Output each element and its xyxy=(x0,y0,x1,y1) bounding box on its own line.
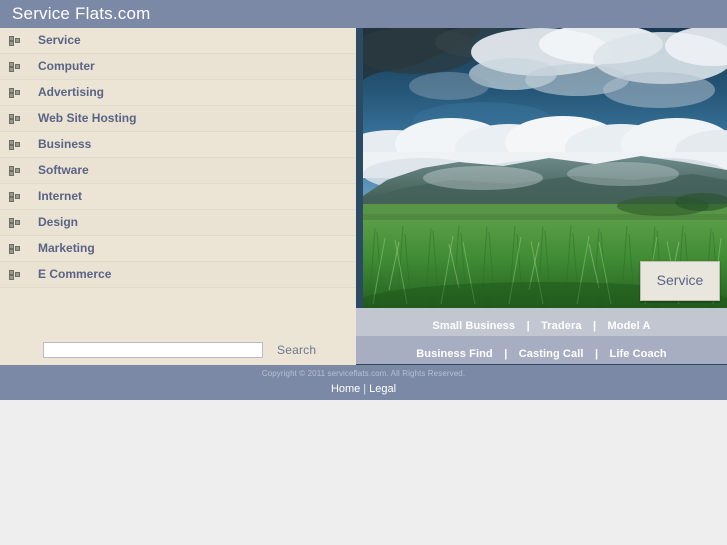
three-squares-icon xyxy=(9,114,20,124)
hero-column: Service Small Business | Tradera | Model… xyxy=(356,28,727,365)
sidebar-item-label: Web Site Hosting xyxy=(38,111,137,125)
copyright-text: Copyright © 2011 serviceflats.com. All R… xyxy=(261,369,466,378)
three-squares-icon xyxy=(9,218,20,228)
link-business-find[interactable]: Business Find xyxy=(416,348,492,360)
search-button[interactable]: Search xyxy=(277,343,316,357)
search-input[interactable] xyxy=(43,342,263,358)
sidebar-item-service[interactable]: Service xyxy=(0,28,356,54)
footer-link-legal[interactable]: Legal xyxy=(369,383,396,395)
hero-caption: Service xyxy=(640,261,720,301)
main-content: Service Computer Advertising Web Site Ho… xyxy=(0,28,727,365)
sidebar-item-marketing[interactable]: Marketing xyxy=(0,236,356,262)
three-squares-icon xyxy=(9,244,20,254)
three-squares-icon xyxy=(9,36,20,46)
link-separator: | xyxy=(504,348,508,360)
three-squares-icon xyxy=(9,166,20,176)
footer-link-home[interactable]: Home xyxy=(331,383,360,395)
sidebar-item-computer[interactable]: Computer xyxy=(0,54,356,80)
link-life-coach[interactable]: Life Coach xyxy=(610,348,667,360)
link-separator: | xyxy=(593,320,597,332)
sidebar-item-software[interactable]: Software xyxy=(0,158,356,184)
three-squares-icon xyxy=(9,192,20,202)
sidebar-item-label: Design xyxy=(38,215,79,229)
link-model-a[interactable]: Model A xyxy=(608,320,651,332)
hero-image: Service xyxy=(363,28,727,308)
sidebar-nav-list: Service Computer Advertising Web Site Ho… xyxy=(0,28,356,288)
link-small-business[interactable]: Small Business xyxy=(432,320,515,332)
sidebar-item-web-site-hosting[interactable]: Web Site Hosting xyxy=(0,106,356,132)
sidebar-item-e-commerce[interactable]: E Commerce xyxy=(0,262,356,288)
sidebar: Service Computer Advertising Web Site Ho… xyxy=(0,28,356,365)
link-separator: | xyxy=(594,348,599,360)
page-root: Service Flats.com Service Computer Adver… xyxy=(0,0,727,545)
sidebar-item-label: E Commerce xyxy=(38,267,112,281)
page-title: Service Flats.com xyxy=(12,4,151,23)
three-squares-icon xyxy=(9,270,20,280)
three-squares-icon xyxy=(9,88,20,98)
footer-link-separator: | xyxy=(363,383,367,395)
link-separator: | xyxy=(526,320,530,332)
three-squares-icon xyxy=(9,140,20,150)
site-header: Service Flats.com xyxy=(0,0,727,28)
sidebar-item-label: Service xyxy=(38,33,81,47)
link-casting-call[interactable]: Casting Call xyxy=(519,348,584,360)
hero-caption-label: Service xyxy=(656,272,704,288)
three-squares-icon xyxy=(9,62,20,72)
sidebar-item-label: Software xyxy=(38,163,89,177)
quick-links-row-1: Small Business | Tradera | Model A xyxy=(356,308,727,336)
sidebar-item-internet[interactable]: Internet xyxy=(0,184,356,210)
page-background-area xyxy=(0,400,727,545)
quick-links-row-2: Business Find | Casting Call | Life Coac… xyxy=(356,336,727,364)
site-footer: Copyright © 2011 serviceflats.com. All R… xyxy=(0,365,727,400)
sidebar-item-label: Computer xyxy=(38,59,95,73)
sidebar-item-label: Internet xyxy=(38,189,83,203)
sidebar-item-label: Marketing xyxy=(38,241,95,255)
sidebar-item-business[interactable]: Business xyxy=(0,132,356,158)
search-area: Search xyxy=(0,310,356,365)
sidebar-item-label: Advertising xyxy=(38,85,105,99)
link-tradera[interactable]: Tradera xyxy=(541,320,581,332)
sidebar-item-label: Business xyxy=(38,137,92,151)
footer-links: Home | Legal xyxy=(0,383,727,395)
sidebar-item-design[interactable]: Design xyxy=(0,210,356,236)
sidebar-item-advertising[interactable]: Advertising xyxy=(0,80,356,106)
